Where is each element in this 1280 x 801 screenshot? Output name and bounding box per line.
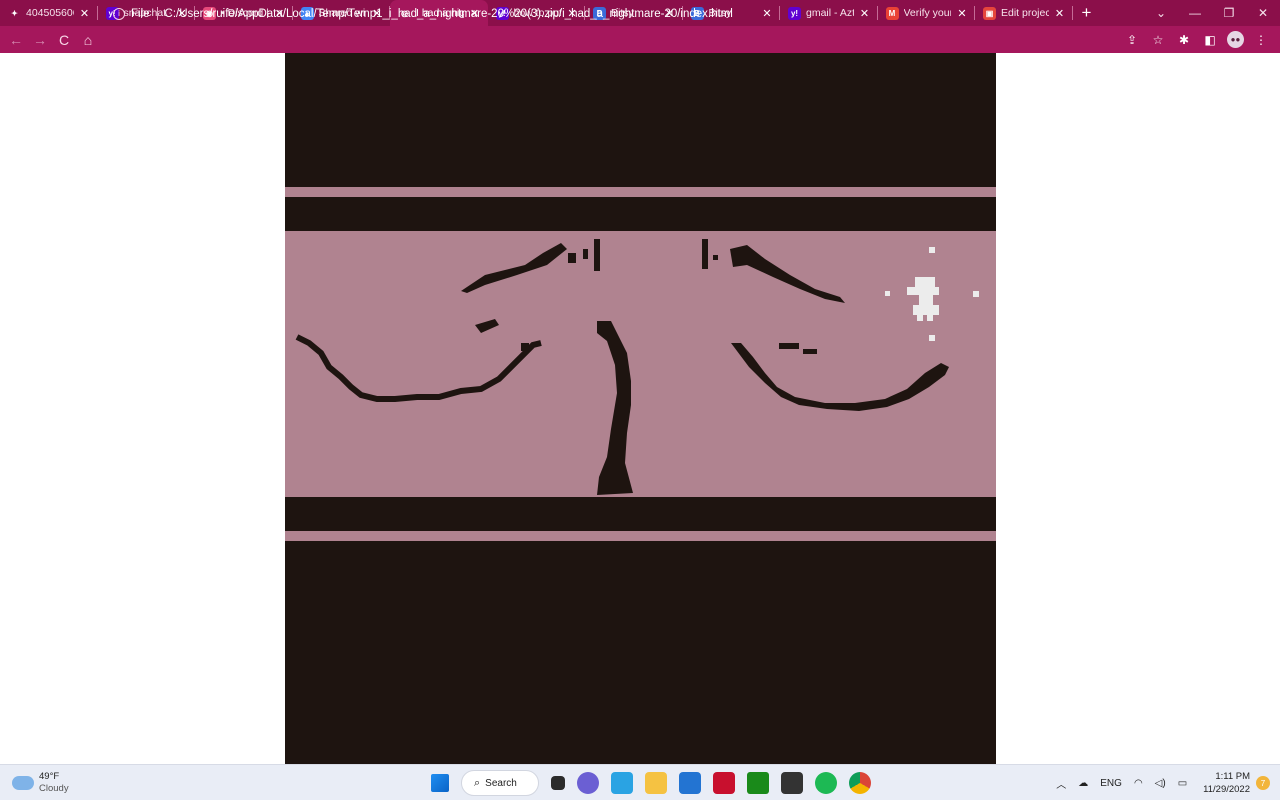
page-viewport xyxy=(0,53,1280,764)
app-l-icon[interactable] xyxy=(611,772,633,794)
nose xyxy=(597,321,633,495)
brow-mark xyxy=(583,249,588,259)
left-eye-mark xyxy=(521,343,529,351)
ghost-sprite xyxy=(907,287,939,295)
left-eye-outline xyxy=(295,334,542,402)
teams-chat-icon[interactable] xyxy=(577,772,599,794)
url-text[interactable]: C:/Users/ruife/AppData/Local/Temp/Temp1_… xyxy=(165,8,733,20)
close-window-icon[interactable]: ✕ xyxy=(1246,6,1280,20)
browser-tab[interactable]: ✦ 404505606 ✕ xyxy=(0,0,98,26)
sidebar-icon[interactable]: ◧ xyxy=(1197,33,1223,47)
brow-mark xyxy=(568,253,576,263)
sticky-notes-icon[interactable] xyxy=(781,772,803,794)
weather-widget[interactable]: 49°F Cloudy xyxy=(12,771,69,795)
cloud-icon xyxy=(12,776,34,790)
right-eye-outline xyxy=(731,343,949,411)
brow-mark xyxy=(594,239,600,271)
task-view-icon[interactable] xyxy=(551,776,565,790)
weather-condition: Cloudy xyxy=(39,783,69,794)
minimize-icon[interactable]: — xyxy=(1178,6,1212,20)
store-icon[interactable] xyxy=(679,772,701,794)
chevron-up-icon[interactable]: ︿ xyxy=(1056,776,1066,791)
clock-time: 1:11 PM xyxy=(1215,771,1250,782)
weather-temp: 49°F xyxy=(39,771,60,782)
profile-avatar[interactable]: ●● xyxy=(1227,31,1244,48)
wifi-icon[interactable]: ◠ xyxy=(1134,778,1143,789)
ghost-sprite xyxy=(915,277,935,287)
clock-date: 11/29/2022 xyxy=(1203,784,1250,795)
language-indicator[interactable]: ENG xyxy=(1100,778,1122,789)
sparkle-dot xyxy=(929,335,935,341)
extensions-icon[interactable]: ✱ xyxy=(1171,33,1197,47)
spark-icon: ✦ xyxy=(11,8,18,18)
divider xyxy=(156,7,158,20)
volume-icon[interactable]: ◁) xyxy=(1155,778,1166,789)
taskbar-search[interactable]: ⌕ Search xyxy=(461,770,539,796)
restore-icon[interactable]: ❐ xyxy=(1212,6,1246,20)
window-controls: ⌄ — ❐ ✕ xyxy=(1144,0,1280,26)
bookmark-star-icon[interactable]: ☆ xyxy=(1145,33,1171,47)
windows-start-icon[interactable] xyxy=(431,774,449,792)
notification-badge[interactable]: 7 xyxy=(1256,776,1270,790)
xbox-icon[interactable] xyxy=(747,772,769,794)
search-label: Search xyxy=(485,777,517,789)
toolbar-actions: ⇪ ☆ ✱ ◧ ●● ⋮ xyxy=(1119,26,1274,53)
nightmare-drawing xyxy=(295,239,979,495)
sparkle-dot xyxy=(973,291,979,297)
ghost-sprite xyxy=(919,295,933,305)
system-tray: ︿ ☁ ENG ◠ ◁) ▭ 1:11 PM 11/29/2022 7 xyxy=(1050,765,1270,801)
spotify-icon[interactable] xyxy=(815,772,837,794)
right-eye-mark xyxy=(779,343,799,349)
tab-search-icon[interactable]: ⌄ xyxy=(1144,6,1178,20)
file-explorer-icon[interactable] xyxy=(645,772,667,794)
right-eye-mark xyxy=(803,349,817,354)
battery-icon[interactable]: ▭ xyxy=(1178,778,1187,789)
info-icon[interactable]: i xyxy=(113,7,125,20)
tab-close-icon[interactable]: ✕ xyxy=(78,7,92,20)
tab-title: 404505606 xyxy=(26,7,74,19)
bitsy-game-canvas[interactable] xyxy=(285,53,996,764)
left-eye-mark xyxy=(475,319,499,333)
left-eyebrow xyxy=(461,243,567,293)
home-button[interactable]: ⌂ xyxy=(76,32,100,48)
ghost-sprite xyxy=(913,305,939,315)
taskbar: 49°F Cloudy ⌕ Search ︿ ☁ ENG ◠ ◁) ▭ 1:11… xyxy=(0,764,1280,800)
mcafee-icon[interactable] xyxy=(713,772,735,794)
brow-mark xyxy=(702,239,708,269)
forward-button[interactable]: → xyxy=(28,32,52,48)
taskbar-apps: ⌕ Search xyxy=(425,769,877,797)
back-button[interactable]: ← xyxy=(4,32,28,48)
menu-icon[interactable]: ⋮ xyxy=(1248,33,1274,47)
sparkle-dot xyxy=(929,247,935,253)
scheme-label: File xyxy=(131,7,150,20)
share-icon[interactable]: ⇪ xyxy=(1119,33,1145,47)
ghost-sprite xyxy=(917,315,923,321)
network-cloud-icon[interactable]: ☁ xyxy=(1078,778,1088,789)
clock[interactable]: 1:11 PM 11/29/2022 xyxy=(1203,770,1250,796)
address-bar[interactable]: i File C:/Users/ruife/AppData/Local/Temp… xyxy=(105,2,1120,25)
browser-toolbar: ← → C ⌂ xyxy=(0,26,1280,53)
reload-button[interactable]: C xyxy=(52,32,76,48)
search-icon: ⌕ xyxy=(474,776,481,789)
ghost-sprite xyxy=(927,315,933,321)
right-eyebrow xyxy=(730,245,845,303)
chrome-icon[interactable] xyxy=(849,772,871,794)
sparkle-dot xyxy=(885,291,890,296)
brow-mark xyxy=(713,255,718,260)
